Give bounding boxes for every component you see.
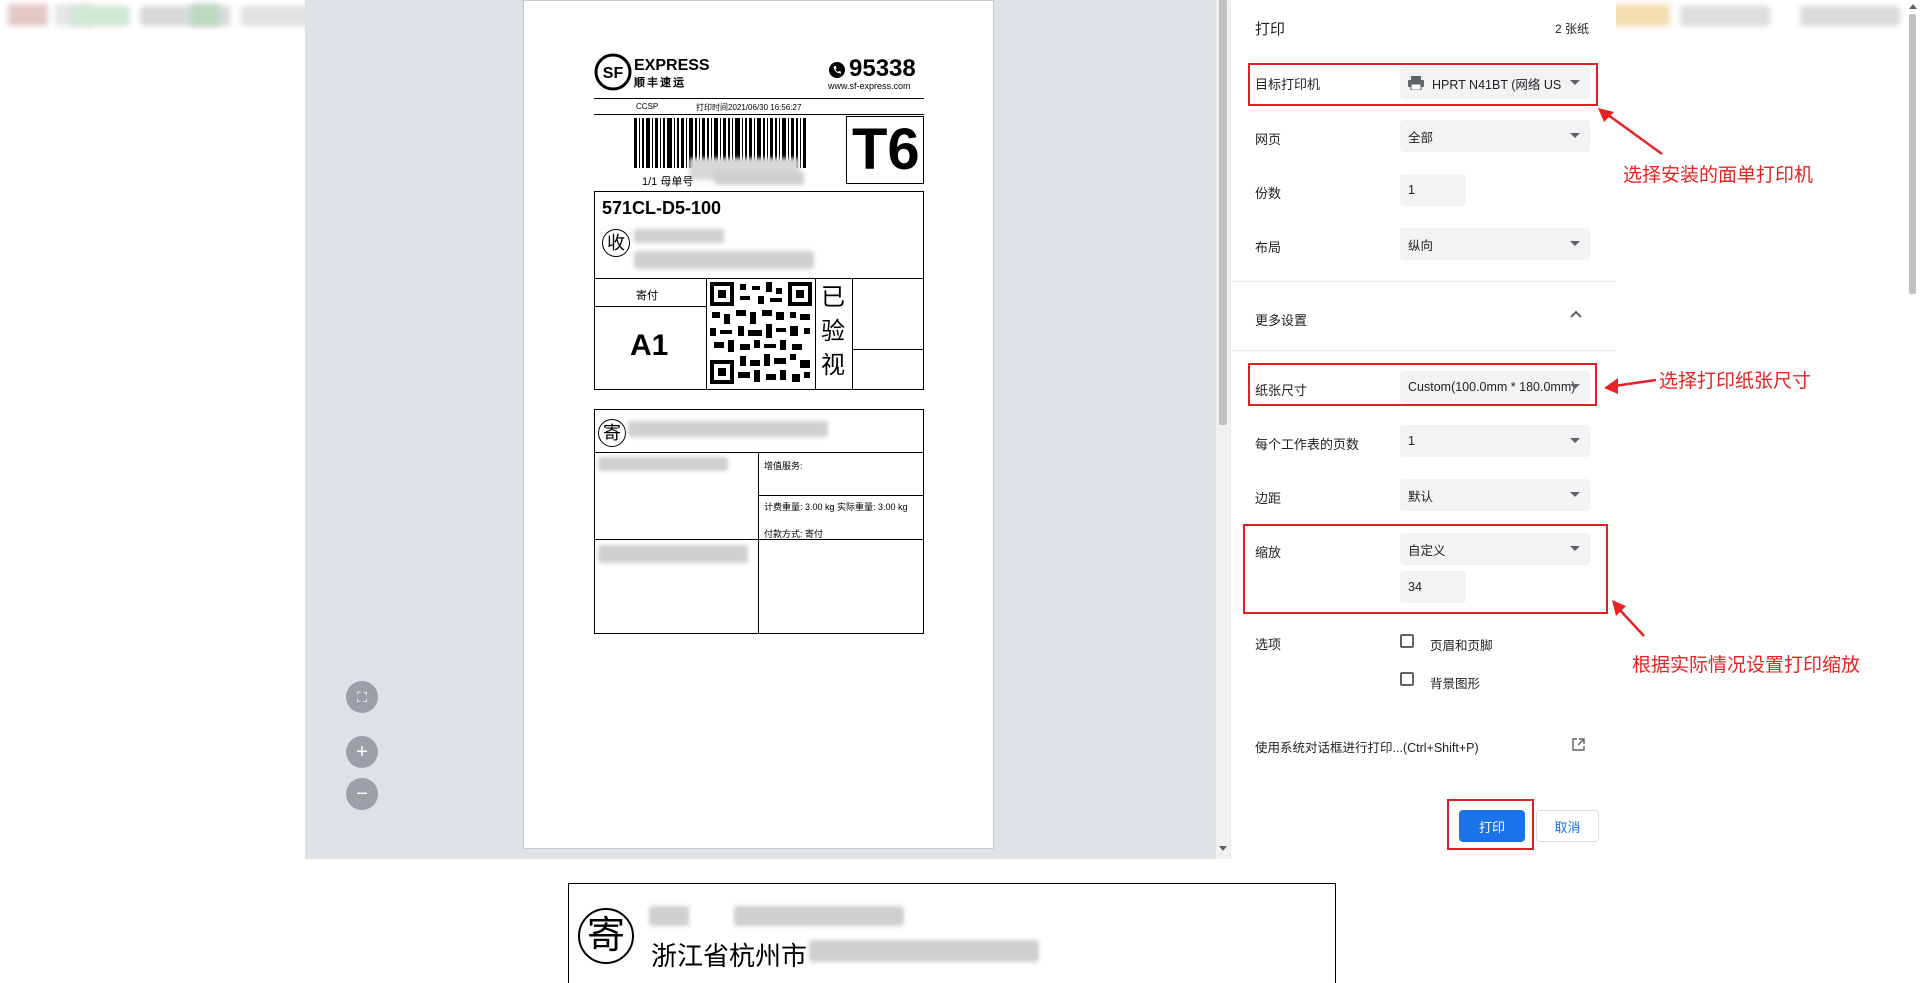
open-external-icon[interactable] [1572, 738, 1585, 751]
pages-label: 网页 [1255, 132, 1282, 147]
arrow-printer-icon [1598, 108, 1663, 156]
copies-input[interactable]: 1 [1400, 174, 1466, 206]
headers-footers-label: 页眉和页脚 [1430, 639, 1493, 653]
chevron-up-icon[interactable] [1570, 309, 1582, 319]
page-scroll-up-icon[interactable] [1909, 4, 1917, 9]
below-sender-mark: 寄 [578, 908, 634, 964]
divider [1230, 281, 1616, 282]
inspected-2: 验 [821, 318, 845, 345]
settings-title: 打印 [1255, 21, 1286, 38]
arrow-scale-icon [1612, 600, 1645, 637]
pages-per-sheet-select[interactable]: 1 [1400, 425, 1590, 457]
value-added: 增值服务: [764, 461, 803, 471]
payment-header: 寄付 [636, 290, 658, 302]
background-graphics-checkbox[interactable] [1400, 672, 1414, 686]
margins-select[interactable]: 默认 [1400, 479, 1590, 511]
brand-cn: 顺丰速运 [634, 77, 686, 89]
tracking-prefix: 1/1 母单号 [642, 176, 694, 188]
route-code: 571CL-D5-100 [602, 198, 722, 218]
hotline: 95338 [849, 55, 916, 82]
scroll-down-arrow-icon[interactable] [1219, 846, 1227, 851]
inspected-3: 视 [821, 352, 845, 379]
below-label-box: 寄 浙江省杭州市 [568, 883, 1336, 983]
chevron-down-icon [1570, 438, 1580, 443]
pages-per-sheet-value: 1 [1408, 434, 1415, 448]
annotation-printer: 选择安装的面单打印机 [1623, 165, 1814, 186]
zoom-in-button[interactable]: + [346, 736, 378, 768]
brand-name: EXPRESS [634, 57, 710, 74]
margins-label: 边距 [1255, 491, 1282, 506]
sender-box [594, 409, 924, 634]
inspected-1: 已 [821, 284, 845, 311]
chevron-down-icon [1570, 133, 1580, 138]
fit-to-page-button[interactable]: ⛶ [346, 681, 378, 713]
print-time: 打印时间2021/06/30 16:56:27 [696, 103, 802, 112]
paper-size-highlight-box [1248, 363, 1597, 406]
page-scroll-thumb[interactable] [1909, 14, 1916, 294]
options-label: 选项 [1255, 637, 1282, 652]
background-graphics-label: 背景图形 [1430, 677, 1481, 691]
system-dialog-link[interactable]: 使用系统对话框进行打印...(Ctrl+Shift+P) [1255, 737, 1479, 756]
preview-page: SF EXPRESS 顺丰速运 95338 www.sf-express.com… [523, 0, 994, 849]
zone-code: T6 [852, 117, 920, 182]
website: www.sf-express.com [828, 81, 911, 91]
svg-text:SF: SF [603, 65, 624, 82]
area-code: A1 [630, 329, 669, 362]
layout-select[interactable]: 纵向 [1400, 228, 1590, 260]
layout-value: 纵向 [1408, 238, 1434, 253]
copies-label: 份数 [1255, 186, 1282, 201]
pages-per-sheet-label: 每个工作表的页数 [1255, 437, 1360, 452]
divider [1230, 350, 1616, 351]
qr-code [710, 282, 812, 384]
weight-info: 计费重量: 3.00 kg 实际重量: 3.00 kg [764, 502, 908, 512]
annotation-scale: 根据实际情况设置打印缩放 [1632, 655, 1861, 676]
layout-label: 布局 [1255, 240, 1282, 255]
print-button-highlight-box [1447, 799, 1534, 850]
more-settings-label[interactable]: 更多设置 [1255, 310, 1307, 329]
scale-highlight-box [1243, 524, 1608, 614]
sheet-count: 2 张纸 [1555, 22, 1590, 36]
cancel-button[interactable]: 取消 [1536, 810, 1599, 842]
pages-select[interactable]: 全部 [1400, 120, 1590, 152]
below-address: 浙江省杭州市 [651, 941, 808, 971]
sender-mark: 寄 [598, 419, 626, 447]
margins-value: 默认 [1408, 489, 1434, 504]
chevron-down-icon [1570, 492, 1580, 497]
headers-footers-checkbox[interactable] [1400, 634, 1414, 648]
payment-method: 付款方式: 寄付 [764, 529, 824, 539]
sf-logo-icon: SF [594, 53, 632, 91]
chevron-down-icon [1570, 241, 1580, 246]
zoom-out-button[interactable]: − [346, 778, 378, 810]
annotation-paper-size: 选择打印纸张尺寸 [1659, 371, 1812, 392]
ccsp-text: CCSP [636, 102, 659, 111]
recipient-mark: 收 [602, 229, 630, 257]
pages-value: 全部 [1408, 130, 1434, 145]
fit-to-page-icon: ⛶ [357, 689, 367, 705]
printer-highlight-box [1248, 63, 1598, 106]
arrow-paper-size-icon [1604, 378, 1657, 394]
phone-icon [829, 62, 845, 78]
preview-scroll-thumb[interactable] [1219, 0, 1227, 425]
